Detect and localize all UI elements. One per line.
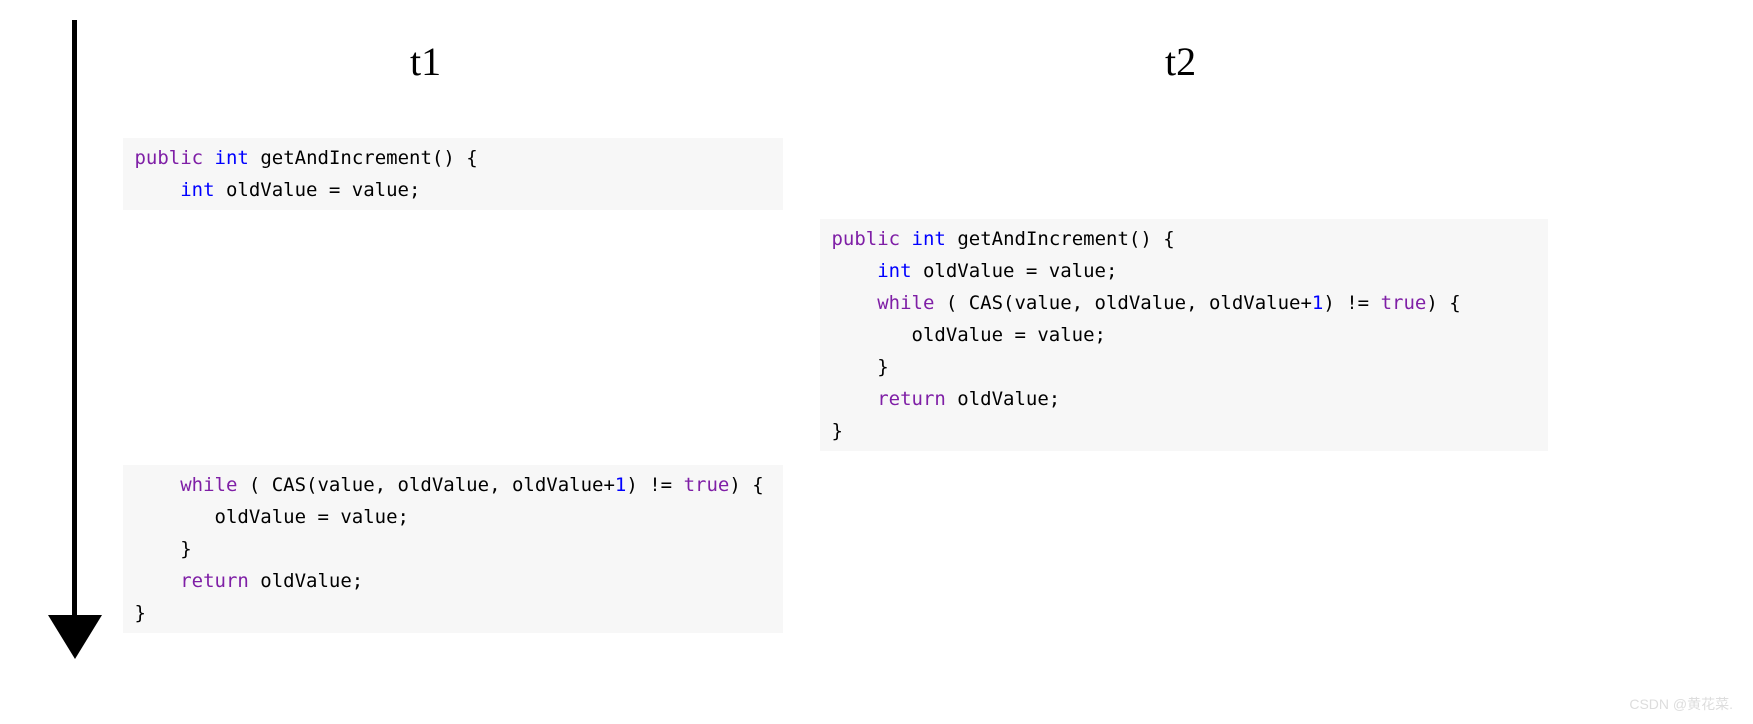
keyword-public: public (831, 228, 900, 250)
timeline-arrow-head-icon (48, 615, 102, 659)
watermark-text: CSDN @黄花菜. (1629, 694, 1733, 714)
close-brace: } (180, 538, 191, 560)
fn-signature: getAndIncrement() { (249, 147, 478, 169)
close-brace: } (877, 356, 888, 378)
keyword-int: int (180, 179, 214, 201)
return-val: oldValue; (249, 570, 363, 592)
keyword-public: public (134, 147, 203, 169)
timeline-arrow-line (72, 20, 77, 640)
return-val: oldValue; (946, 388, 1060, 410)
column-header-t2: t2 (1165, 38, 1196, 85)
keyword-int: int (912, 228, 946, 250)
while-end: ) { (729, 474, 763, 496)
keyword-while: while (877, 292, 934, 314)
keyword-int: int (877, 260, 911, 282)
var-decl: oldValue = value; (912, 260, 1118, 282)
close-brace: } (134, 602, 145, 624)
keyword-return: return (877, 388, 946, 410)
fn-signature: getAndIncrement() { (946, 228, 1175, 250)
while-end: ) { (1426, 292, 1460, 314)
while-cond-open: ( CAS(value, oldValue, oldValue+ (934, 292, 1312, 314)
code-block-t1-part2: while ( CAS(value, oldValue, oldValue+1)… (123, 465, 783, 633)
code-block-t2: public int getAndIncrement() { int oldVa… (820, 219, 1548, 451)
keyword-return: return (180, 570, 249, 592)
literal-one: 1 (1312, 292, 1323, 314)
assign-stmt: oldValue = value; (215, 506, 409, 528)
keyword-int: int (215, 147, 249, 169)
keyword-while: while (180, 474, 237, 496)
close-brace: } (831, 420, 842, 442)
while-cond-close: ) != (626, 474, 683, 496)
keyword-true: true (1381, 292, 1427, 314)
while-cond-open: ( CAS(value, oldValue, oldValue+ (237, 474, 615, 496)
code-block-t1-part1: public int getAndIncrement() { int oldVa… (123, 138, 783, 210)
column-header-t1: t1 (410, 38, 441, 85)
literal-one: 1 (615, 474, 626, 496)
var-decl: oldValue = value; (215, 179, 421, 201)
assign-stmt: oldValue = value; (912, 324, 1106, 346)
keyword-true: true (684, 474, 730, 496)
while-cond-close: ) != (1323, 292, 1380, 314)
